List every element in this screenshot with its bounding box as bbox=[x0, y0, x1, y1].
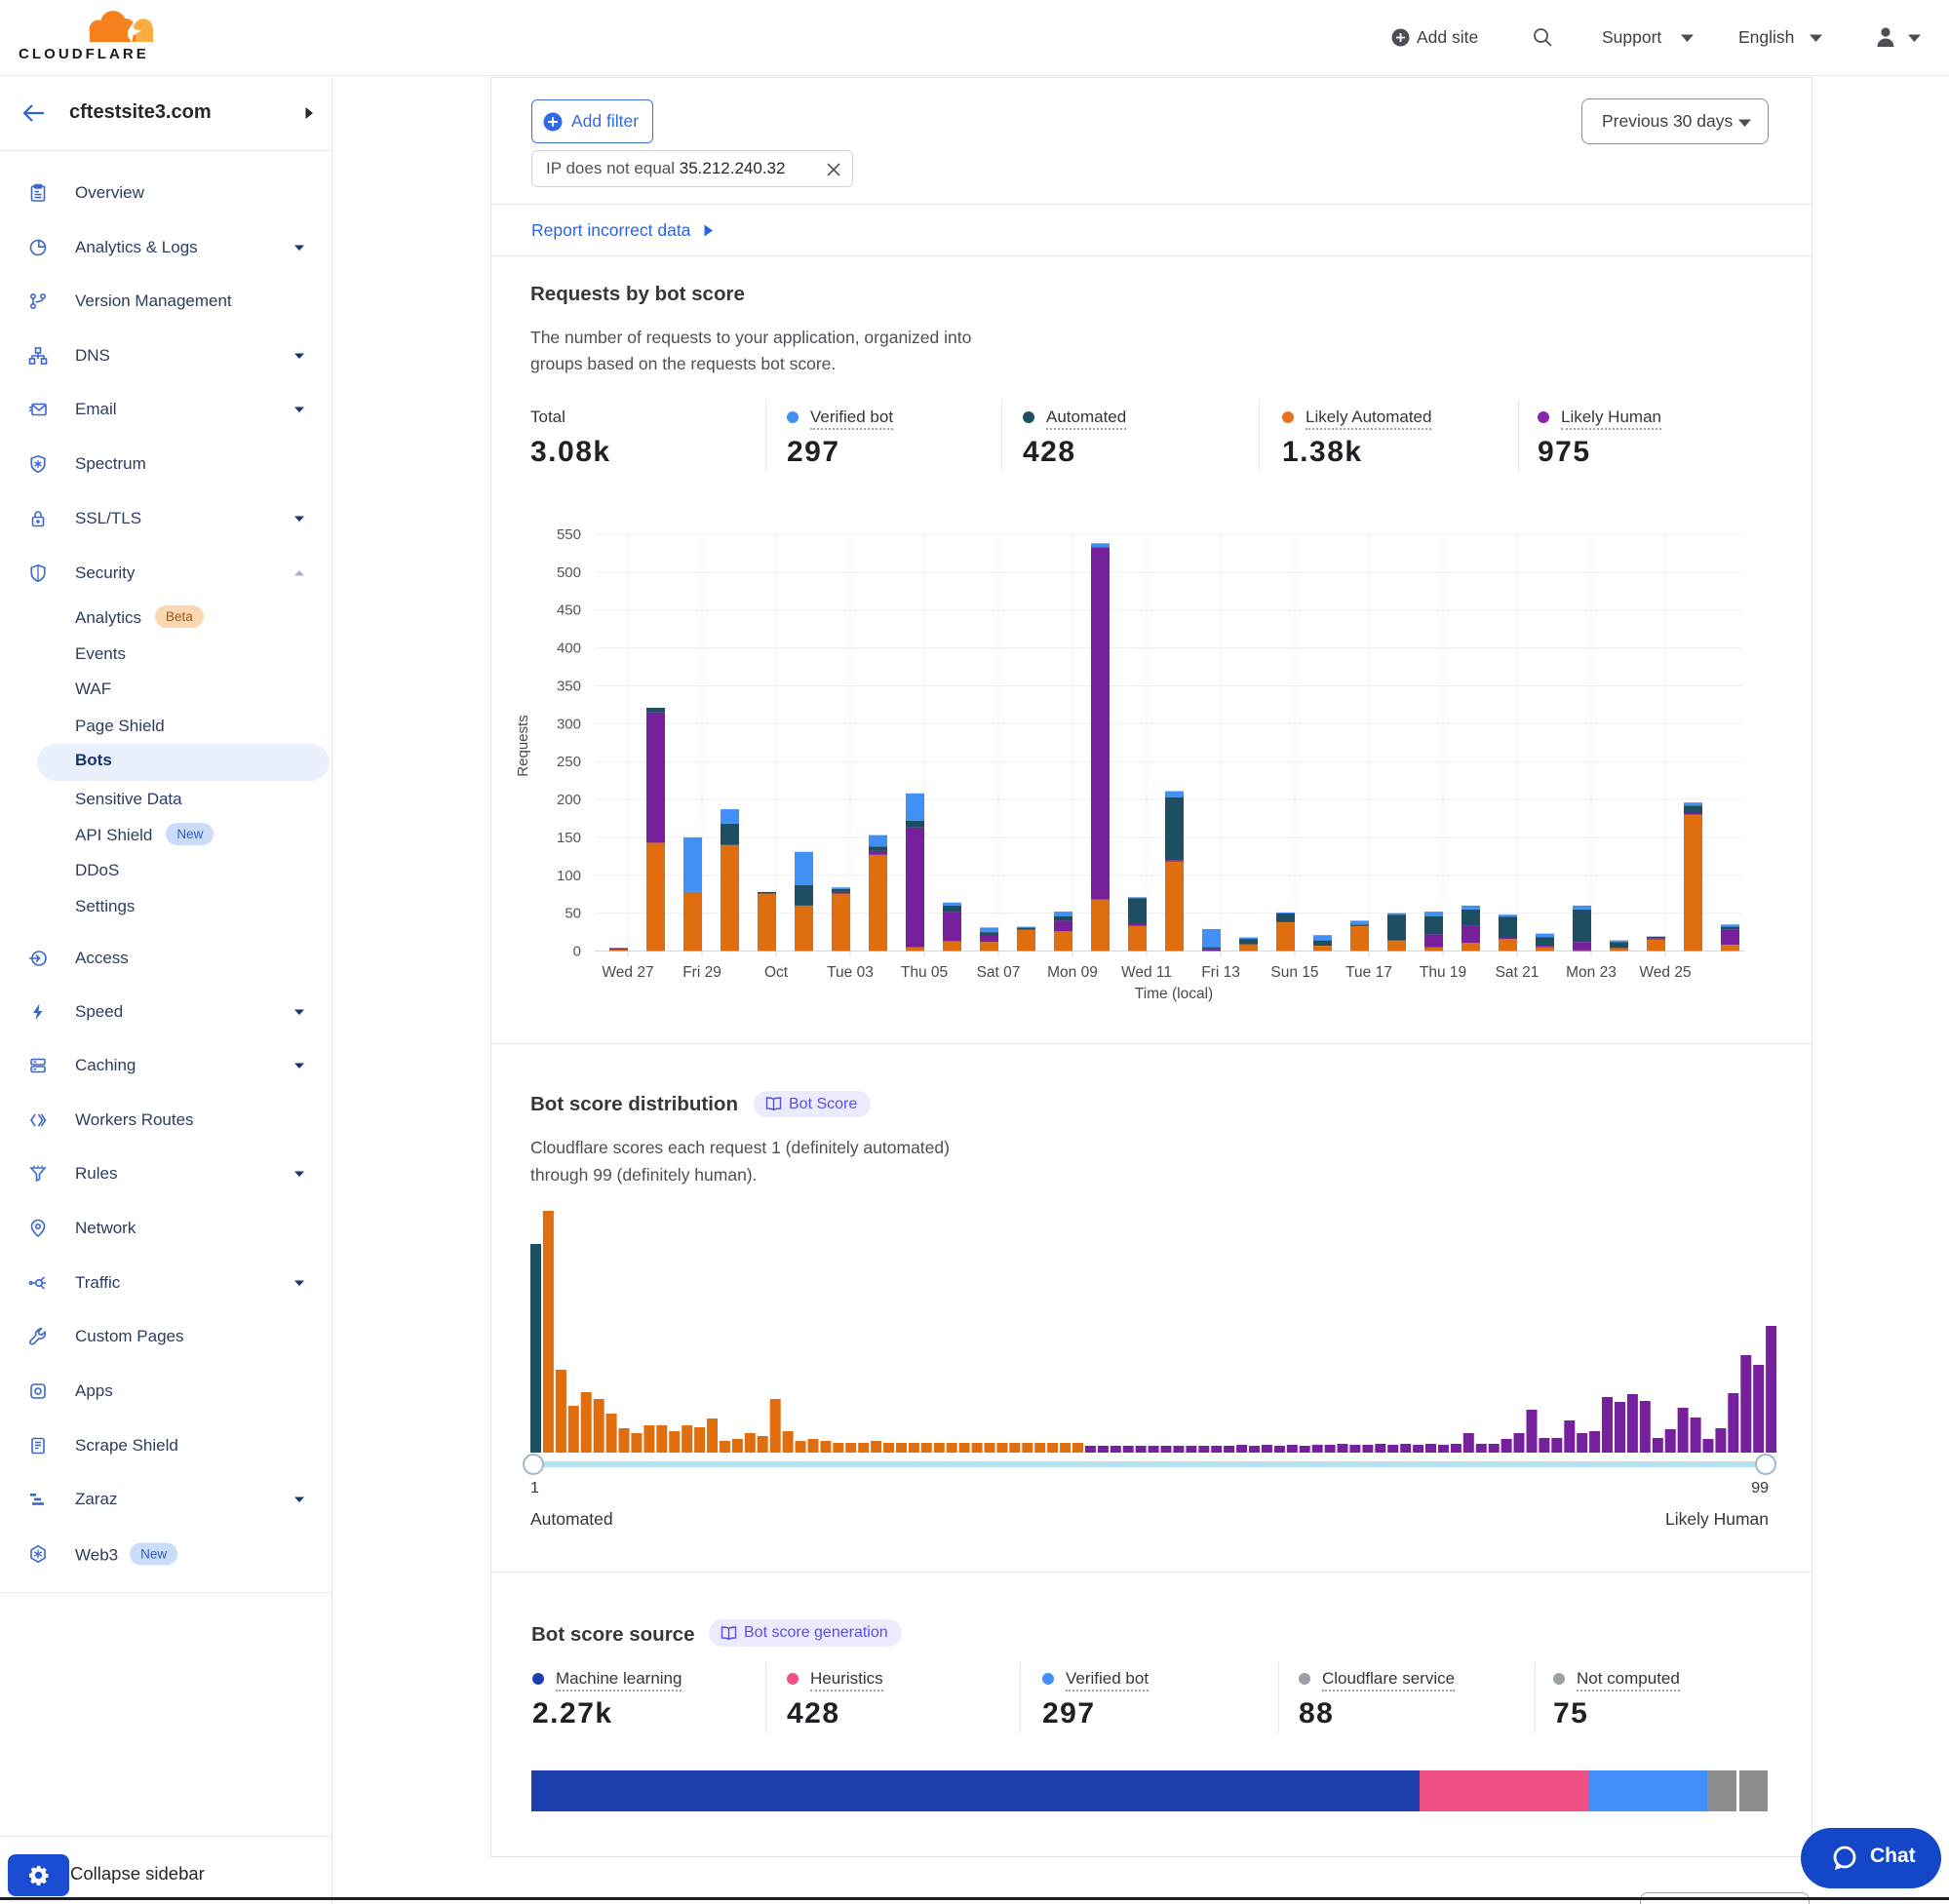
svg-text:Fri 13: Fri 13 bbox=[1201, 964, 1240, 981]
svg-text:Sun 15: Sun 15 bbox=[1270, 964, 1318, 981]
svg-text:Sat 21: Sat 21 bbox=[1496, 964, 1540, 981]
svg-text:Oct: Oct bbox=[764, 964, 789, 981]
svg-text:Wed 11: Wed 11 bbox=[1121, 964, 1172, 981]
svg-text:550: 550 bbox=[557, 526, 581, 543]
svg-text:CLOUDFLARE: CLOUDFLARE bbox=[19, 46, 149, 62]
svg-text:Wed 25: Wed 25 bbox=[1639, 964, 1691, 981]
svg-text:Tue 17: Tue 17 bbox=[1345, 964, 1392, 981]
svg-text:Mon 09: Mon 09 bbox=[1047, 964, 1098, 981]
svg-text:Sat 07: Sat 07 bbox=[977, 964, 1021, 981]
svg-text:50: 50 bbox=[565, 906, 581, 922]
svg-text:450: 450 bbox=[557, 602, 581, 619]
svg-text:300: 300 bbox=[557, 716, 581, 732]
svg-text:100: 100 bbox=[557, 868, 581, 884]
svg-text:Thu 05: Thu 05 bbox=[901, 964, 948, 981]
svg-text:150: 150 bbox=[557, 830, 581, 846]
svg-text:Tue 03: Tue 03 bbox=[827, 964, 874, 981]
svg-text:400: 400 bbox=[557, 641, 581, 657]
svg-text:Requests: Requests bbox=[515, 715, 531, 776]
svg-text:250: 250 bbox=[557, 754, 581, 770]
svg-text:Mon 23: Mon 23 bbox=[1566, 964, 1617, 981]
svg-text:350: 350 bbox=[557, 679, 581, 695]
svg-text:Thu 19: Thu 19 bbox=[1420, 964, 1466, 981]
svg-text:Time (local): Time (local) bbox=[1135, 986, 1213, 1002]
svg-text:Fri 29: Fri 29 bbox=[682, 964, 721, 981]
svg-text:0: 0 bbox=[573, 944, 581, 960]
svg-text:500: 500 bbox=[557, 564, 581, 581]
svg-text:Wed 27: Wed 27 bbox=[602, 964, 653, 981]
svg-text:200: 200 bbox=[557, 792, 581, 808]
